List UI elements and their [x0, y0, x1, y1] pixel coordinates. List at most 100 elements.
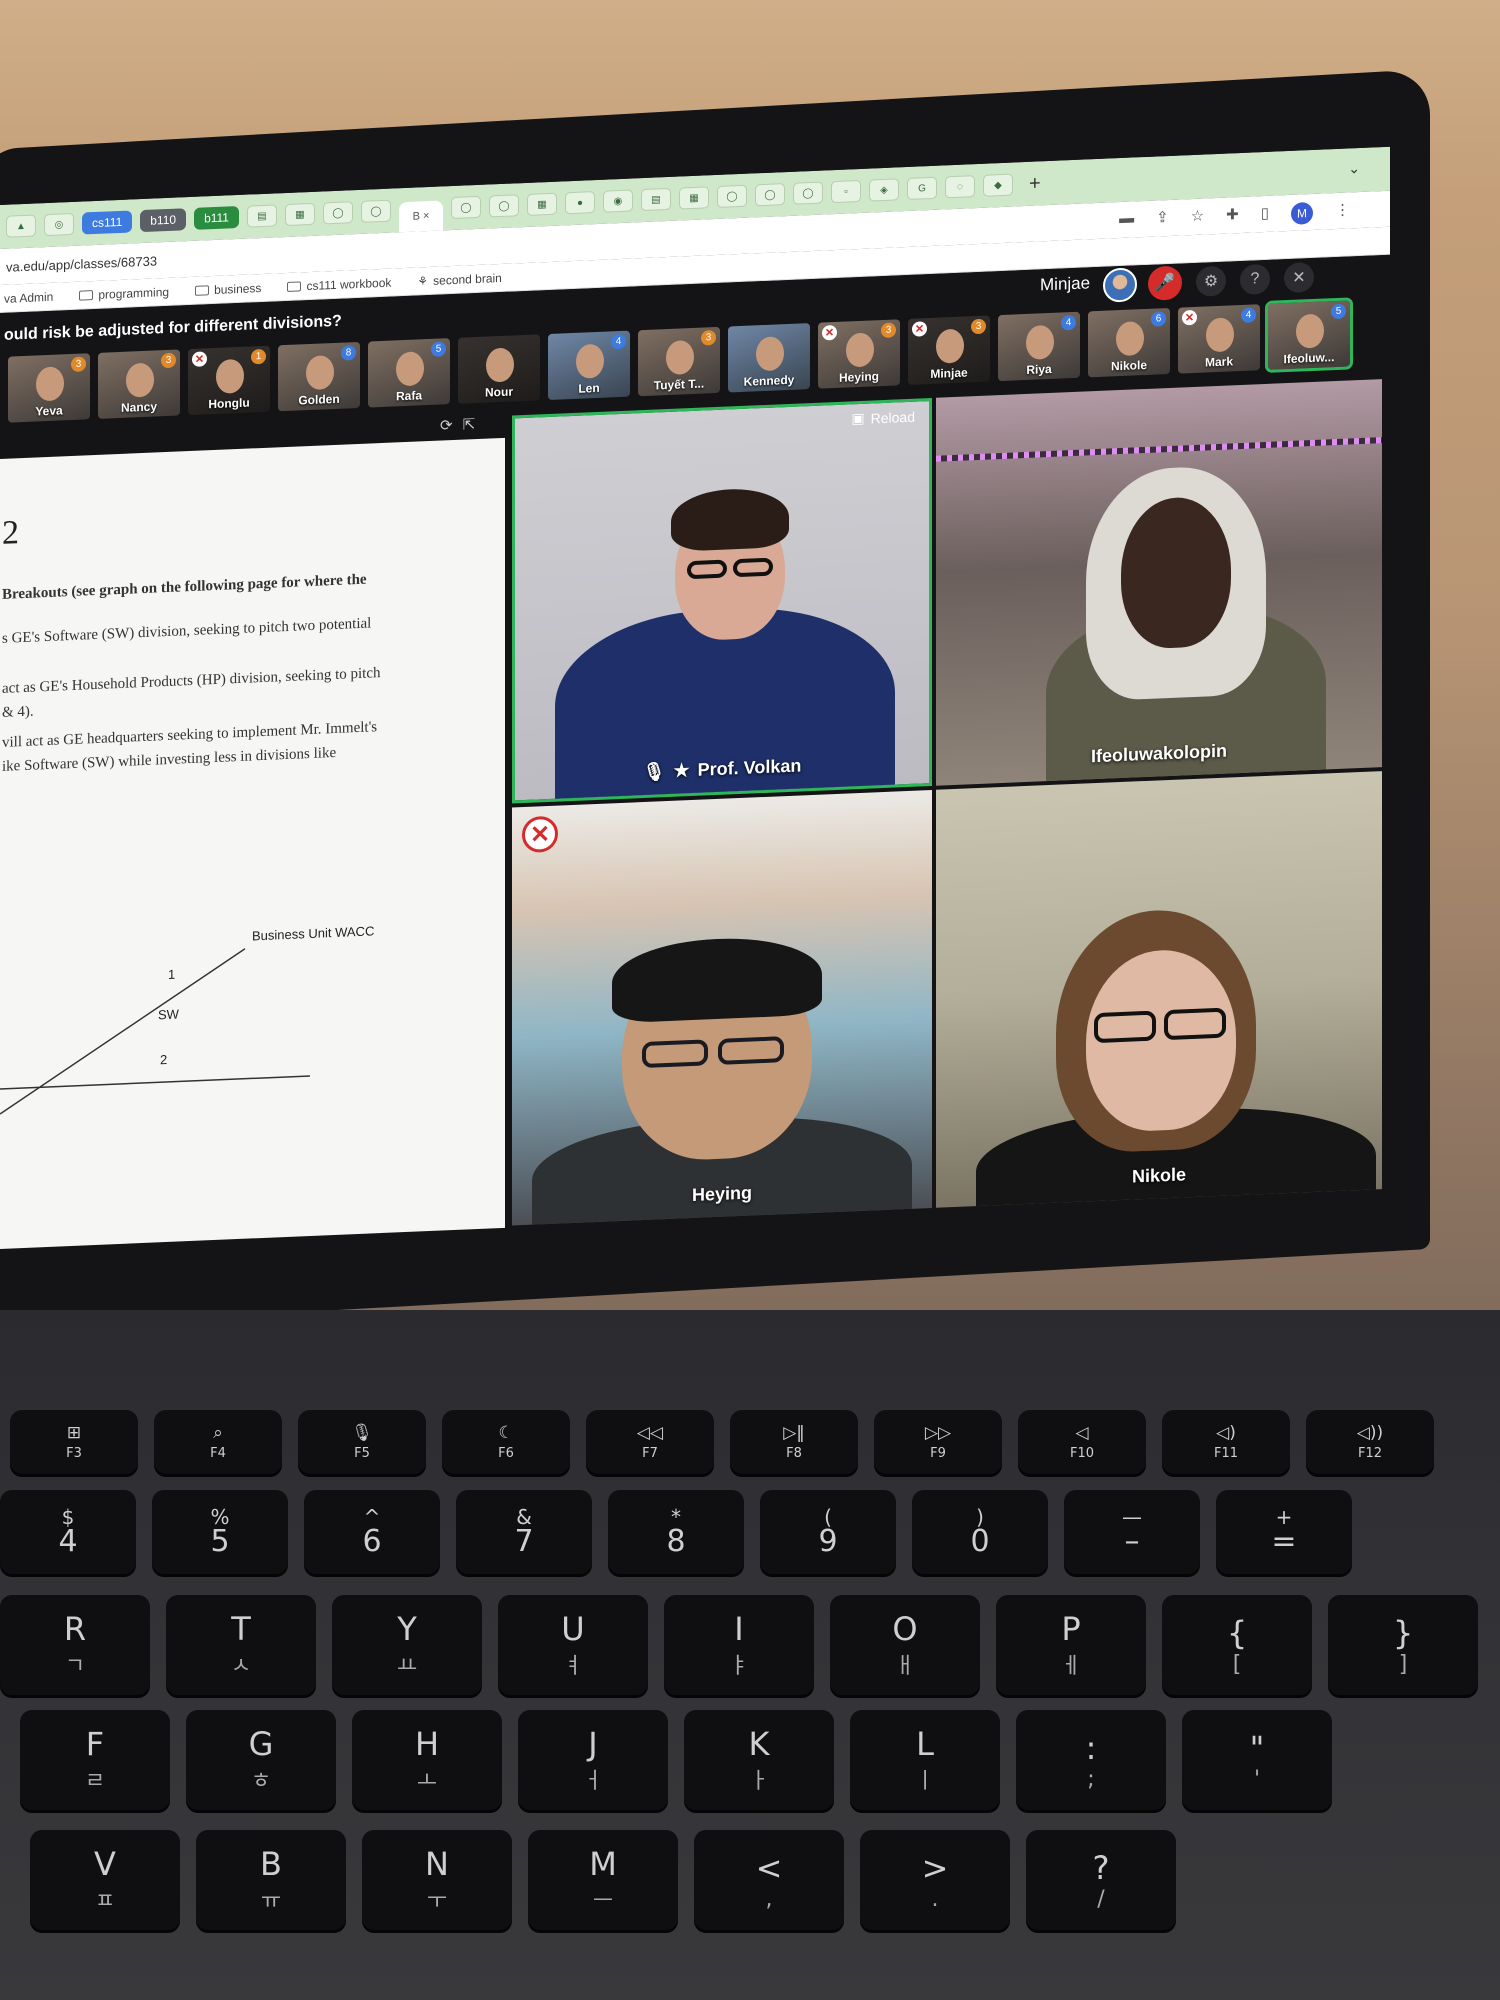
tab-group-b110[interactable]: b110 — [140, 208, 187, 233]
tab-generic[interactable]: ▫ — [830, 179, 861, 204]
bookmark-second-brain[interactable]: ⚘ second brain — [417, 270, 501, 288]
gear-icon[interactable]: ⚙ — [1196, 265, 1226, 297]
number-key[interactable]: * 8 — [608, 1490, 744, 1574]
tab-generic[interactable]: ◯ — [754, 183, 785, 207]
tab-active[interactable]: B × — [398, 200, 443, 233]
tab-generic[interactable]: ◯ — [322, 201, 353, 225]
letter-key[interactable]: Tㅅ — [166, 1595, 316, 1695]
address-bar[interactable]: va.edu/app/classes/68733 — [0, 253, 157, 275]
participant-thumb[interactable]: ✕ 1 Honglu — [188, 345, 270, 416]
participant-thumb[interactable]: 5 Ifeoluw... — [1265, 297, 1353, 374]
tab-docs[interactable]: ▤ — [640, 187, 671, 212]
tab-drive[interactable]: ▲ — [6, 214, 36, 238]
function-key[interactable]: ⊞ F3 — [10, 1410, 138, 1474]
tab-group-cs111[interactable]: cs111 — [82, 210, 133, 235]
bookmark-admin[interactable]: va Admin — [4, 289, 53, 305]
letter-key[interactable]: Mㅡ — [528, 1830, 678, 1930]
letter-key[interactable]: }] — [1328, 1595, 1478, 1695]
tab-generic[interactable]: ◯ — [716, 184, 747, 208]
remove-icon[interactable]: ✕ — [1182, 309, 1197, 326]
remove-participant-icon[interactable]: ✕ — [522, 815, 558, 854]
number-key[interactable]: (9 — [760, 1490, 896, 1574]
camera-icon[interactable]: ▬ — [1119, 209, 1134, 232]
letter-key[interactable]: Yㅛ — [332, 1595, 482, 1695]
number-key[interactable]: ^ 6 — [304, 1490, 440, 1574]
participant-thumb[interactable]: 5 Rafa — [368, 338, 450, 408]
letter-key[interactable]: Gㅎ — [186, 1710, 336, 1810]
tab-generic[interactable]: ◌ — [944, 175, 975, 199]
menu-icon[interactable]: ⋮ — [1335, 200, 1350, 223]
letter-key[interactable]: >. — [860, 1830, 1010, 1930]
number-key[interactable]: $4 — [0, 1490, 136, 1574]
tab-sheets[interactable]: ▦ — [284, 202, 315, 227]
participant-thumb[interactable]: 3 Tuyết T... — [638, 326, 720, 397]
number-key[interactable]: ) 0 — [912, 1490, 1048, 1574]
participant-thumb[interactable]: 4 Riya — [998, 311, 1080, 382]
current-user-avatar[interactable] — [1103, 267, 1137, 303]
participant-thumb[interactable]: ✕ 4 Mark — [1178, 304, 1260, 374]
letter-key[interactable]: Jㅓ — [518, 1710, 668, 1810]
tab-generic[interactable]: ◯ — [360, 199, 391, 223]
new-tab-button[interactable]: + — [1029, 172, 1041, 195]
remove-icon[interactable]: ✕ — [822, 324, 837, 341]
number-key[interactable]: + = — [1216, 1490, 1352, 1574]
tab-generic[interactable]: ◉ — [602, 189, 633, 213]
share-icon[interactable]: ⇪ — [1156, 208, 1169, 231]
tab-generic[interactable]: ◯ — [488, 194, 519, 218]
letter-key[interactable]: Nㅜ — [362, 1830, 512, 1930]
video-tile[interactable]: Ifeoluwakolopin — [936, 379, 1382, 786]
tab-generic[interactable]: ◎ — [44, 212, 74, 237]
extensions-icon[interactable]: ✚ — [1226, 205, 1239, 228]
participant-thumb[interactable]: 4 Len — [548, 330, 630, 401]
function-key[interactable]: ▷▷ F9 — [874, 1410, 1002, 1474]
participant-thumb[interactable]: ✕ 3 Heying — [818, 319, 900, 389]
function-key[interactable]: ◁) F11 — [1162, 1410, 1290, 1474]
participant-thumb[interactable]: 6 Nikole — [1088, 307, 1170, 378]
number-key[interactable]: — – — [1064, 1490, 1200, 1574]
function-key[interactable]: ◁◁ F7 — [586, 1410, 714, 1474]
letter-key[interactable]: Pㅔ — [996, 1595, 1146, 1695]
function-key[interactable]: ▷‖ F8 — [730, 1410, 858, 1474]
function-key[interactable]: ◁ F10 — [1018, 1410, 1146, 1474]
bookmark-folder-programming[interactable]: programming — [79, 284, 169, 302]
external-link-icon[interactable]: ⇱ — [463, 415, 476, 434]
letter-key[interactable]: Iㅑ — [664, 1595, 814, 1695]
participant-thumb[interactable]: Kennedy — [728, 323, 810, 393]
letter-key[interactable]: Vㅍ — [30, 1830, 180, 1930]
letter-key[interactable]: ? / — [1026, 1830, 1176, 1930]
participant-thumb[interactable]: 3 Yeva — [8, 353, 90, 423]
tab-search-button[interactable]: ⌄ — [1348, 160, 1360, 177]
tab-github[interactable]: ● — [564, 191, 595, 215]
participant-thumb[interactable]: 3 Nancy — [98, 349, 180, 419]
function-key[interactable]: ⌕ F4 — [154, 1410, 282, 1474]
letter-key[interactable]: Rㄱ — [0, 1595, 150, 1695]
tab-docs[interactable]: ▤ — [246, 204, 277, 228]
tab-group-b111[interactable]: b111 — [194, 205, 239, 230]
help-button[interactable]: ? — [1240, 263, 1270, 296]
tab-generic[interactable]: ◯ — [450, 195, 481, 220]
function-key[interactable]: ☾ F6 — [442, 1410, 570, 1474]
letter-key[interactable]: <, — [694, 1830, 844, 1930]
tab-sheets[interactable]: ▦ — [526, 192, 557, 216]
refresh-icon[interactable]: ⟳ — [440, 416, 453, 435]
letter-key[interactable]: Lㅣ — [850, 1710, 1000, 1810]
participant-thumb[interactable]: Nour — [458, 334, 540, 404]
letter-key[interactable]: Fㄹ — [20, 1710, 170, 1810]
close-button[interactable]: ✕ — [1284, 261, 1314, 294]
reload-button[interactable]: ▣ Reload — [851, 408, 915, 428]
letter-key[interactable]: {[ — [1162, 1595, 1312, 1695]
tab-sheets[interactable]: ▦ — [678, 186, 709, 210]
function-key[interactable]: 🎙 F5 — [298, 1410, 426, 1474]
number-key[interactable]: & 7 — [456, 1490, 592, 1574]
tab-google[interactable]: G — [906, 176, 937, 200]
letter-key[interactable]: Oㅐ — [830, 1595, 980, 1695]
letter-key[interactable]: Uㅕ — [498, 1595, 648, 1695]
letter-key[interactable]: " ' — [1182, 1710, 1332, 1810]
mic-muted-button[interactable]: 🎤 — [1148, 265, 1182, 301]
number-key[interactable]: % 5 — [152, 1490, 288, 1574]
tab-generic[interactable]: ◯ — [792, 181, 823, 205]
participant-thumb[interactable]: 8 Golden — [278, 341, 360, 412]
profile-avatar[interactable]: M — [1291, 201, 1313, 225]
participant-thumb[interactable]: ✕ 3 Minjae — [908, 315, 990, 385]
star-icon[interactable]: ☆ — [1191, 207, 1204, 230]
